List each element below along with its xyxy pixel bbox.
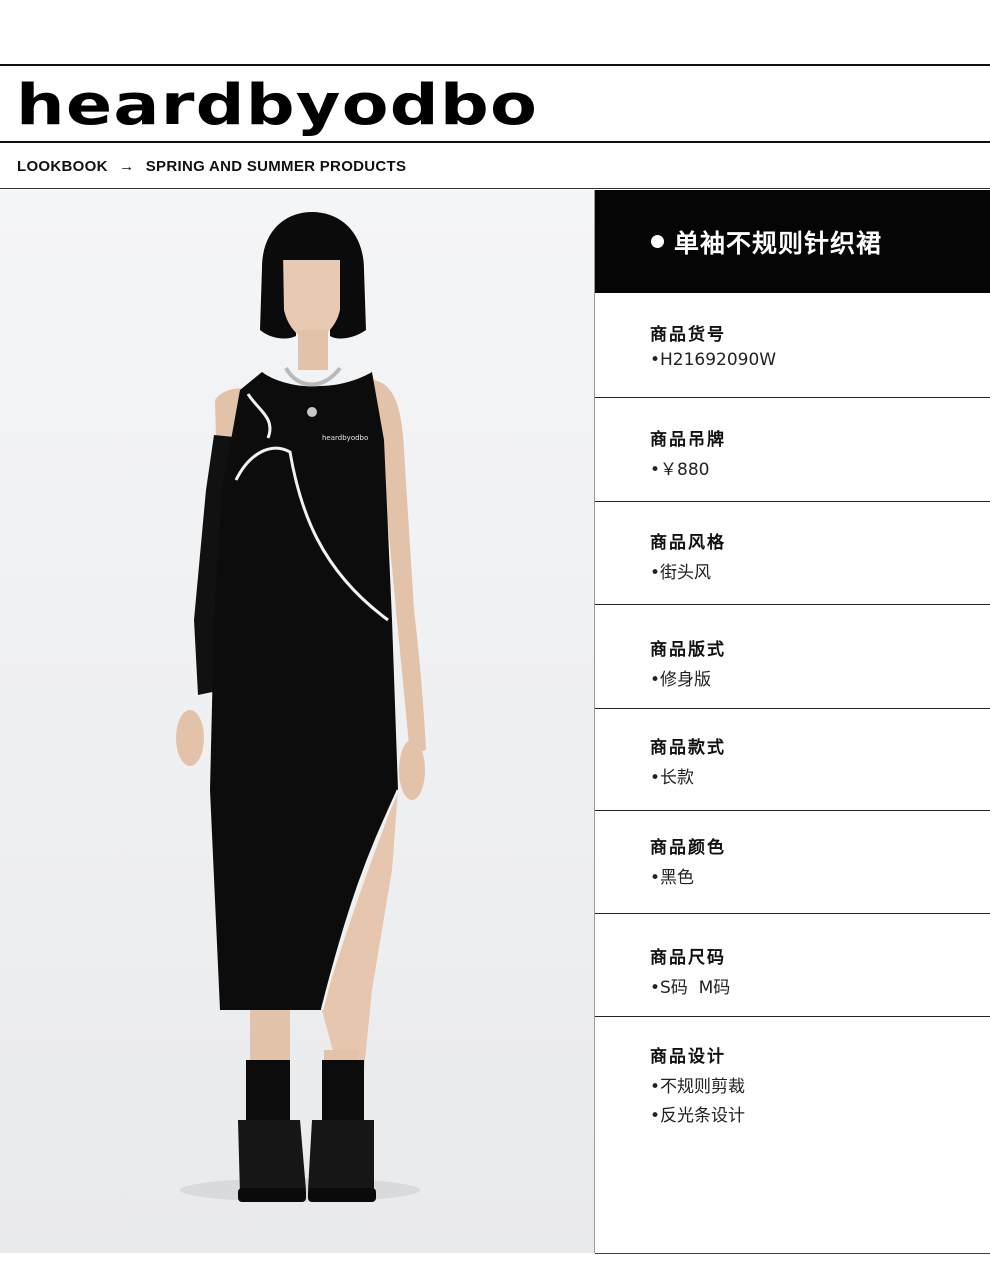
product-title: 单袖不规则针织裙 xyxy=(674,228,883,258)
attr-value: •街头风 xyxy=(650,563,711,583)
attr-row-size: 商品尺码 •S码 M码 xyxy=(595,914,990,1017)
attr-value: •长款 xyxy=(650,768,694,788)
attr-value: •S码 M码 xyxy=(650,978,731,998)
attr-value: •黑色 xyxy=(650,868,694,888)
attr-value: •反光条设计 xyxy=(650,1106,745,1126)
attr-label: 商品风格 xyxy=(650,533,726,553)
brand-logo[interactable]: heardbyodbo xyxy=(16,78,538,134)
attr-row-color: 商品颜色 •黑色 xyxy=(595,811,990,914)
attr-row-price: 商品吊牌 •￥880 xyxy=(595,398,990,502)
attr-label: 商品吊牌 xyxy=(650,430,726,450)
dot-icon xyxy=(651,235,664,248)
breadcrumb-rule xyxy=(0,188,990,189)
attr-row-sku: 商品货号 •H21692090W xyxy=(595,293,990,398)
attr-label: 商品尺码 xyxy=(650,948,726,968)
panel-bottom-rule xyxy=(595,1253,990,1254)
attr-row-style: 商品风格 •街头风 xyxy=(595,502,990,605)
top-rule xyxy=(0,64,990,66)
model-illustration: heardbyodbo xyxy=(176,212,426,1202)
attr-label: 商品设计 xyxy=(650,1047,726,1067)
breadcrumb-spring-summer[interactable]: SPRING AND SUMMER PRODUCTS xyxy=(146,158,407,175)
attr-label: 商品款式 xyxy=(650,738,726,758)
breadcrumb: LOOKBOOK → SPRING AND SUMMER PRODUCTS xyxy=(17,156,406,176)
header-rule xyxy=(0,141,990,143)
chest-print: heardbyodbo xyxy=(322,434,368,442)
attr-label: 商品版式 xyxy=(650,640,726,660)
product-title-bar: 单袖不规则针织裙 xyxy=(595,190,990,293)
attr-value: •不规则剪裁 xyxy=(650,1077,745,1097)
attr-row-fit: 商品版式 •修身版 xyxy=(595,605,990,709)
attr-value: •修身版 xyxy=(650,670,711,690)
attr-value: •￥880 xyxy=(650,460,710,480)
attr-label: 商品货号 xyxy=(650,325,726,345)
product-photo[interactable]: heardbyodbo xyxy=(0,190,595,1253)
attr-label: 商品颜色 xyxy=(650,838,726,858)
attr-row-design: 商品设计 •不规则剪裁 •反光条设计 xyxy=(595,1017,990,1167)
breadcrumb-lookbook[interactable]: LOOKBOOK xyxy=(17,158,108,175)
attr-row-length: 商品款式 •长款 xyxy=(595,709,990,811)
attr-value: •H21692090W xyxy=(650,350,777,370)
product-info-panel: 单袖不规则针织裙 商品货号 •H21692090W 商品吊牌 •￥880 商品风… xyxy=(595,190,990,1254)
arrow-right-icon: → xyxy=(119,157,135,175)
